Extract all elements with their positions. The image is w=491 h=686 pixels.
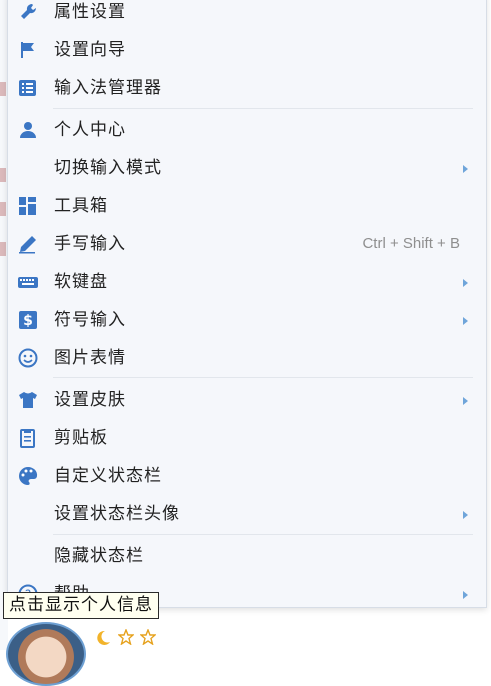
svg-text:$: $ [23,313,33,329]
menu-item-label: 剪贴板 [54,428,108,448]
moon-icon [97,630,110,645]
submenu-arrow-icon [463,279,468,287]
menu-item-label: 手写输入 [54,234,126,254]
menu-item-label: 设置向导 [54,40,126,60]
menu-item-label: 符号输入 [54,310,126,330]
shirt-icon [19,392,37,408]
menu-item-label: 自定义状态栏 [54,466,162,486]
menu-separator [53,534,473,535]
background-text-fragment [0,202,6,216]
menu-item-label: 工具箱 [54,196,108,216]
menu-item-switch-input-mode[interactable]: 切换输入模式 [8,151,486,185]
menu-item-label: 设置状态栏头像 [54,504,180,524]
menu-item-toolbox[interactable]: 工具箱 [8,189,486,223]
pen-icon [19,236,36,254]
flag-icon [21,42,34,58]
menu-item-clipboard[interactable]: 剪贴板 [8,421,486,455]
menu-item-setup-wizard[interactable]: 设置向导 [8,33,486,67]
menu-item-symbol-input[interactable]: $ 符号输入 [8,303,486,337]
grid-icon [19,197,36,215]
list-icon [19,80,36,96]
menu-item-label: 切换输入模式 [54,158,162,178]
menu-item-customize-statusbar[interactable]: 自定义状态栏 [8,459,486,493]
menu-item-label: 隐藏状态栏 [54,546,144,566]
menu-item-label: 个人中心 [54,120,126,140]
menu-item-hide-statusbar[interactable]: 隐藏状态栏 [8,539,486,573]
menu-item-label: 设置皮肤 [54,390,126,410]
menu-item-statusbar-avatar[interactable]: 设置状态栏头像 [8,497,486,531]
menu-item-label: 属性设置 [54,2,126,22]
submenu-arrow-icon [463,317,468,325]
clipboard-icon [20,429,35,448]
background-text-fragment [0,242,6,256]
palette-icon [19,466,38,485]
background-text-fragment [0,82,6,96]
menu-separator [53,108,473,109]
wrench-icon [21,3,37,19]
menu-item-properties[interactable]: 属性设置 [8,0,486,29]
menu-item-label: 图片表情 [54,348,126,368]
menu-item-label: 输入法管理器 [54,78,162,98]
star-icon [140,629,156,645]
menu-item-personal-center[interactable]: 个人中心 [8,113,486,147]
menu-item-soft-keyboard[interactable]: 软键盘 [8,265,486,299]
menu-item-handwriting[interactable]: 手写输入 Ctrl + Shift + B [8,227,486,261]
menu-item-set-skin[interactable]: 设置皮肤 [8,383,486,417]
background-text-fragment [0,168,6,182]
smiley-icon [18,348,38,368]
star-icon [118,629,134,645]
keyboard-icon [18,277,38,288]
menu-separator [53,377,473,378]
submenu-arrow-icon [463,511,468,519]
submenu-arrow-icon [463,165,468,173]
user-icon [20,122,36,138]
menu-item-ime-manager[interactable]: 输入法管理器 [8,71,486,105]
menu-item-image-emoji[interactable]: 图片表情 [8,341,486,375]
submenu-arrow-icon [463,591,468,599]
menu-item-label: 软键盘 [54,272,108,292]
avatar[interactable] [6,622,86,686]
ime-context-menu: 属性设置 设置向导 输入法管理器 个人中心 切换输入模式 工具箱 手写输入 Ct… [7,0,487,608]
submenu-arrow-icon [463,397,468,405]
tooltip: 点击显示个人信息 [3,592,159,619]
shortcut-hint: Ctrl + Shift + B [362,235,460,252]
dollar-icon: $ [19,311,37,329]
